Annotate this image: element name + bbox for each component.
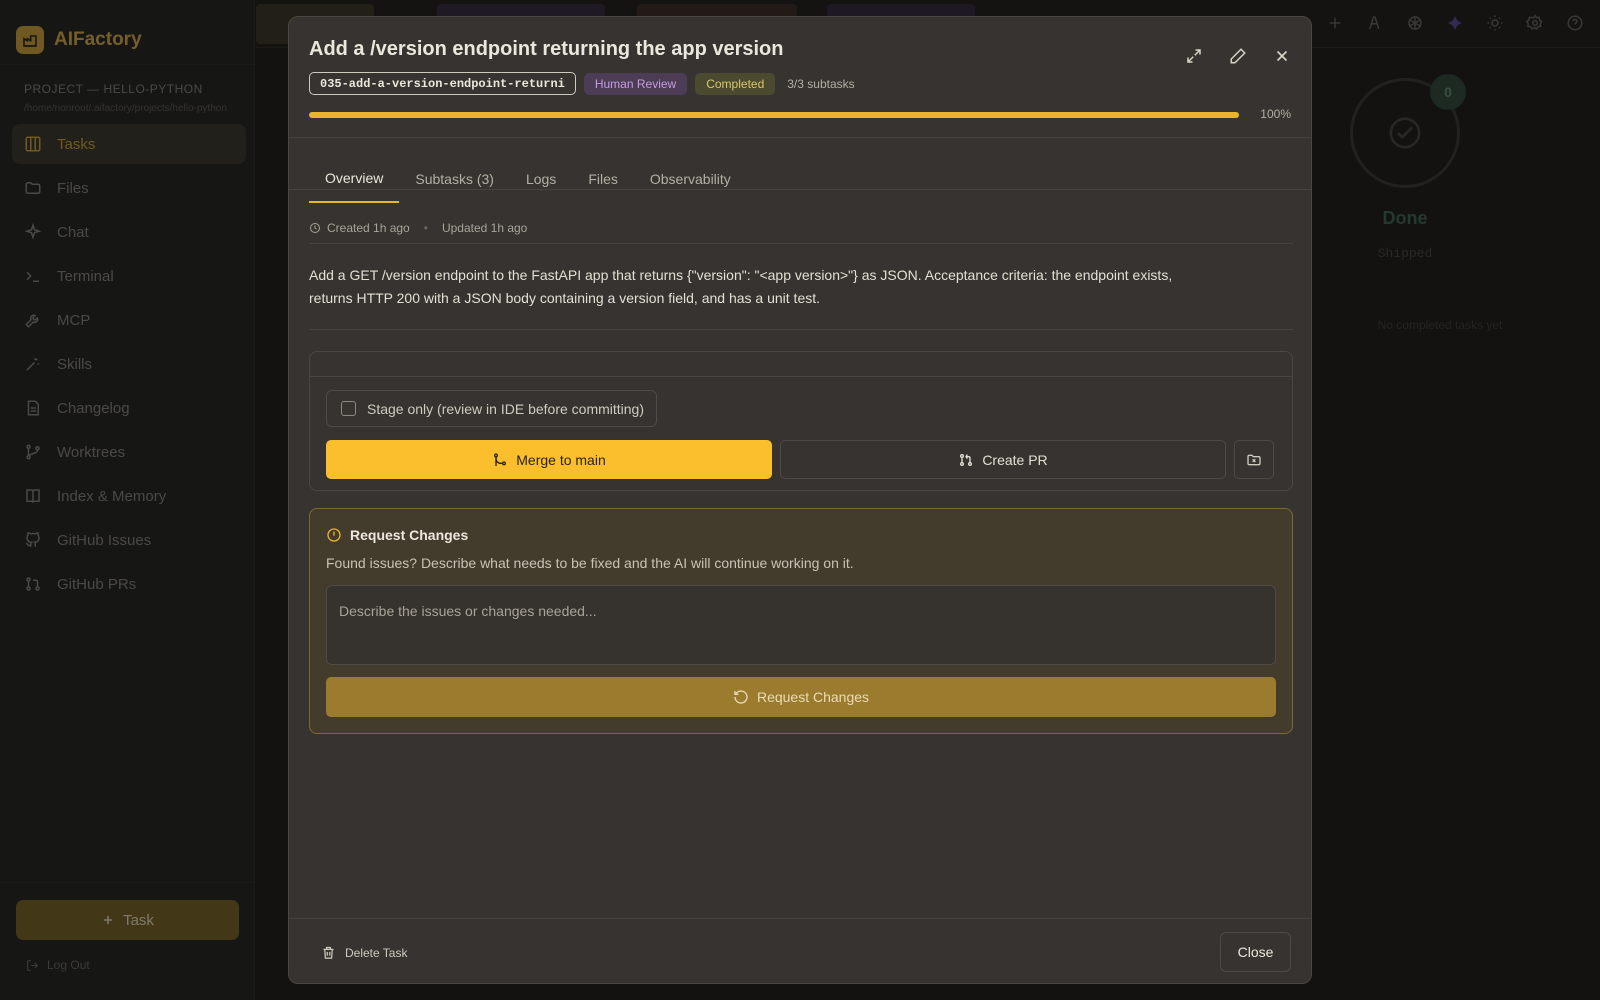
modal-tabs: Overview Subtasks (3) Logs Files Observa… <box>309 155 747 203</box>
delete-task-button[interactable]: Delete Task <box>321 945 407 960</box>
subtask-count: 3/3 subtasks <box>787 76 855 91</box>
folder-x-icon <box>1247 454 1261 465</box>
tab-overview[interactable]: Overview <box>309 155 400 203</box>
clock-icon <box>310 223 320 233</box>
merge-card: Stage only (review in IDE before committ… <box>309 351 1293 491</box>
divider <box>289 189 1311 190</box>
pencil-icon[interactable] <box>1229 47 1247 65</box>
rotate-ccw-icon <box>734 690 748 704</box>
git-pull-request-icon <box>960 453 973 466</box>
divider <box>289 137 1311 138</box>
open-folder-button[interactable] <box>1234 440 1274 479</box>
status-badge-review: Human Review <box>583 72 688 95</box>
create-pr-button[interactable]: Create PR <box>780 440 1226 479</box>
close-button[interactable]: Close <box>1220 932 1291 972</box>
git-merge-icon <box>494 452 507 466</box>
divider <box>309 329 1293 330</box>
tab-subtasks[interactable]: Subtasks (3) <box>399 155 510 203</box>
request-changes-input[interactable] <box>326 585 1276 665</box>
created-time: Created 1h ago <box>327 221 410 235</box>
task-meta: Created 1h ago • Updated 1h ago <box>309 221 527 235</box>
task-title: Add a /version endpoint returning the ap… <box>309 38 784 60</box>
task-detail-modal: Add a /version endpoint returning the ap… <box>288 16 1312 984</box>
tab-files[interactable]: Files <box>572 155 634 203</box>
request-changes-title: Request Changes <box>350 527 469 543</box>
merge-label: Merge to main <box>516 451 606 468</box>
stage-only-label: Stage only (review in IDE before committ… <box>367 400 644 417</box>
tab-logs[interactable]: Logs <box>510 155 572 203</box>
request-changes-button-label: Request Changes <box>756 689 870 705</box>
merge-card-header <box>310 352 1292 377</box>
request-changes-button[interactable]: Request Changes <box>326 677 1276 717</box>
modal-header-actions <box>1185 47 1291 65</box>
stage-only-checkbox[interactable] <box>341 401 356 416</box>
close-icon[interactable] <box>1273 47 1291 65</box>
delete-task-label: Delete Task <box>345 945 408 960</box>
request-changes-heading: Request Changes <box>326 527 468 543</box>
trash-icon <box>323 946 334 959</box>
task-description: Add a GET /version endpoint to the FastA… <box>309 267 1173 306</box>
tab-observability[interactable]: Observability <box>634 155 747 203</box>
task-badges: 035-add-a-version-endpoint-returni Human… <box>309 72 855 95</box>
progress-percent: 100% <box>1260 107 1291 121</box>
status-badge-completed: Completed <box>695 72 776 95</box>
create-pr-label: Create PR <box>982 451 1048 468</box>
alert-circle-icon <box>327 528 341 542</box>
meta-separator: • <box>423 221 428 235</box>
progress-bar <box>309 112 1239 118</box>
task-id-badge: 035-add-a-version-endpoint-returni <box>309 72 576 95</box>
stage-only-option[interactable]: Stage only (review in IDE before committ… <box>326 390 657 427</box>
expand-icon[interactable] <box>1185 47 1203 65</box>
request-changes-card: Request Changes Found issues? Describe w… <box>309 508 1293 734</box>
merge-to-main-button[interactable]: Merge to main <box>326 440 772 479</box>
request-changes-description: Found issues? Describe what needs to be … <box>326 555 854 571</box>
divider <box>309 243 1293 244</box>
divider <box>289 918 1311 919</box>
progress-bar-fill <box>309 112 1239 118</box>
updated-time: Updated 1h ago <box>441 221 528 235</box>
